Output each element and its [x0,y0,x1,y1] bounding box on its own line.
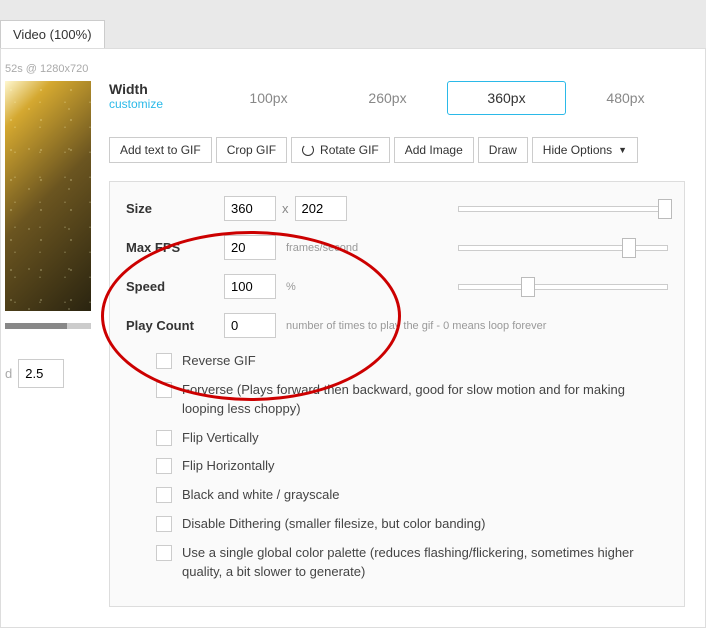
width-opt-100[interactable]: 100px [209,81,328,115]
checkbox[interactable] [156,382,172,398]
slider-track [458,284,668,290]
size-label: Size [126,201,224,216]
checkbox[interactable] [156,353,172,369]
options-box: Size x Max FPS frames/second [109,181,685,607]
speed-input[interactable] [224,274,276,299]
size-slider[interactable] [458,202,668,216]
size-row: Size x [126,196,668,221]
flip-v-label: Flip Vertically [182,429,259,448]
playcount-row: Play Count number of times to play the g… [126,313,668,338]
d-label: d [5,366,12,381]
rotate-button[interactable]: Rotate GIF [291,137,390,163]
left-column: d [5,81,109,388]
speed-row: Speed % [126,274,668,299]
checkbox[interactable] [156,430,172,446]
d-field[interactable] [18,359,64,388]
forverse-row[interactable]: Forverse (Plays forward then backward, g… [126,381,668,419]
checkbox[interactable] [156,487,172,503]
width-title: Width [109,81,209,97]
playcount-unit: number of times to play the gif - 0 mean… [286,320,546,332]
size-x: x [282,201,289,216]
width-opt-260[interactable]: 260px [328,81,447,115]
fps-unit: frames/second [286,242,358,254]
slider-thumb[interactable] [658,199,672,219]
add-text-button[interactable]: Add text to GIF [109,137,212,163]
rotate-label: Rotate GIF [320,143,379,157]
playcount-label: Play Count [126,318,224,333]
flip-h-row[interactable]: Flip Horizontally [126,457,668,476]
dither-label: Disable Dithering (smaller filesize, but… [182,515,485,534]
palette-row[interactable]: Use a single global color palette (reduc… [126,544,668,582]
progress-fill [5,323,67,329]
rotate-icon [302,144,314,156]
checkbox[interactable] [156,516,172,532]
size-height-input[interactable] [295,196,347,221]
speed-unit: % [286,281,296,293]
width-opt-480[interactable]: 480px [566,81,685,115]
video-meta: 52s @ 1280x720 [5,63,685,75]
toolbar: Add text to GIF Crop GIF Rotate GIF Add … [109,137,685,163]
fps-slider[interactable] [458,241,668,255]
forverse-label: Forverse (Plays forward then backward, g… [182,381,668,419]
add-image-button[interactable]: Add Image [394,137,474,163]
tab-video[interactable]: Video (100%) [0,20,105,48]
flip-v-row[interactable]: Flip Vertically [126,429,668,448]
draw-button[interactable]: Draw [478,137,528,163]
flip-h-label: Flip Horizontally [182,457,274,476]
slider-thumb[interactable] [521,277,535,297]
video-thumbnail[interactable] [5,81,91,311]
playcount-input[interactable] [224,313,276,338]
checkbox[interactable] [156,545,172,561]
slider-track [458,206,668,212]
main-panel: 52s @ 1280x720 d Width customize 100px 2… [0,48,706,628]
speed-label: Speed [126,279,224,294]
hide-options-label: Hide Options [543,143,612,157]
slider-track [458,245,668,251]
width-label-group: Width customize [109,81,209,111]
crop-button[interactable]: Crop GIF [216,137,287,163]
fps-label: Max FPS [126,240,224,255]
checkbox[interactable] [156,458,172,474]
palette-label: Use a single global color palette (reduc… [182,544,668,582]
reverse-row[interactable]: Reverse GIF [126,352,668,371]
chevron-down-icon: ▼ [618,145,627,155]
right-column: Width customize 100px 260px 360px 480px … [109,81,685,607]
reverse-label: Reverse GIF [182,352,256,371]
bw-label: Black and white / grayscale [182,486,340,505]
progress-bar[interactable] [5,323,91,329]
slider-thumb[interactable] [622,238,636,258]
fps-row: Max FPS frames/second [126,235,668,260]
customize-link[interactable]: customize [109,97,209,111]
tab-label: Video (100%) [13,27,92,42]
hide-options-button[interactable]: Hide Options ▼ [532,137,638,163]
bw-row[interactable]: Black and white / grayscale [126,486,668,505]
size-width-input[interactable] [224,196,276,221]
width-row: Width customize 100px 260px 360px 480px [109,81,685,115]
speed-slider[interactable] [458,280,668,294]
width-opt-360[interactable]: 360px [447,81,566,115]
dither-row[interactable]: Disable Dithering (smaller filesize, but… [126,515,668,534]
fps-input[interactable] [224,235,276,260]
